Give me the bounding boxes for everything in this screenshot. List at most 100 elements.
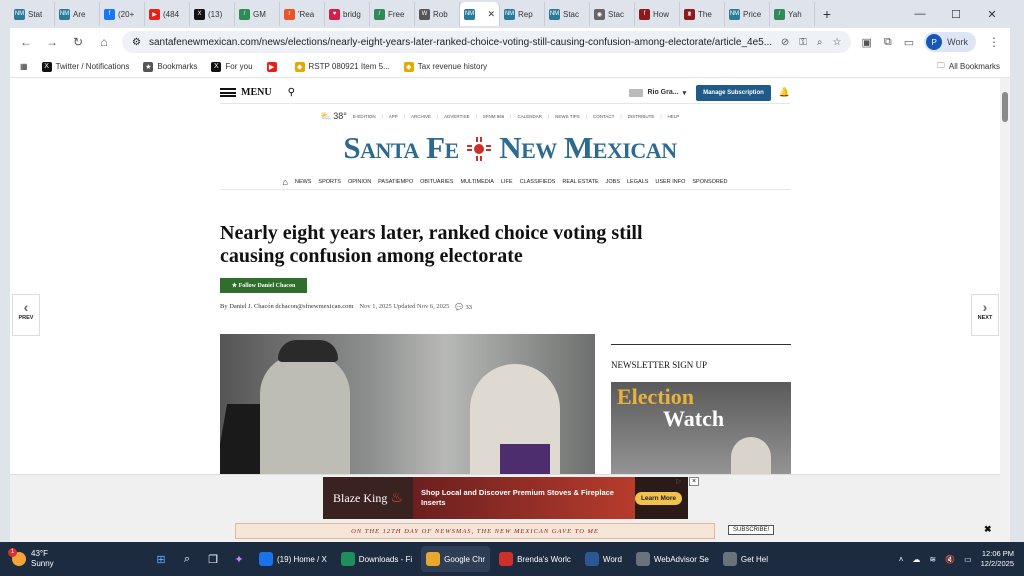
home-icon[interactable]: ⌂ xyxy=(282,177,287,187)
tab[interactable]: NM Rep xyxy=(500,2,545,26)
utility-link[interactable]: NEWS TIPS xyxy=(555,114,580,119)
tab[interactable]: NM Price xyxy=(725,2,770,26)
tab[interactable]: ♥ bridg xyxy=(325,2,370,26)
bell-icon[interactable]: 🔔 xyxy=(779,87,790,98)
newsmas-promo-banner[interactable]: ON THE 12TH DAY OF NEWSMAS, THE NEW MEXI… xyxy=(235,523,715,539)
taskbar-app[interactable]: WebAdvisor Se xyxy=(631,546,714,572)
prev-article-button[interactable]: ‹ PREV xyxy=(12,294,40,336)
manage-subscription-button[interactable]: Manage Subscription xyxy=(696,84,771,101)
bookmark-item[interactable]: ◆ RSTP 080921 Item 5... xyxy=(294,61,390,72)
profile-button[interactable]: P Work xyxy=(924,32,976,52)
tab[interactable]: NM Are xyxy=(55,2,100,26)
comments-link[interactable]: 💬 33 xyxy=(455,303,472,312)
section-link[interactable]: OPINION xyxy=(348,179,371,185)
battery-icon[interactable]: ▭ xyxy=(964,555,972,564)
tab[interactable]: / GM xyxy=(235,2,280,26)
follow-author-button[interactable]: ★ Follow Daniel Chacon xyxy=(220,278,307,293)
tab[interactable]: r 'Rea xyxy=(280,2,325,26)
bookmark-item[interactable]: ◆ Tax revenue history xyxy=(403,61,487,72)
cast-icon[interactable]: ▭ xyxy=(904,36,914,49)
taskbar-app[interactable]: Word xyxy=(580,546,627,572)
search-icon[interactable]: ⌕ xyxy=(176,548,198,570)
tab[interactable]: W Rob xyxy=(415,2,460,26)
maximize-icon[interactable]: ☐ xyxy=(938,8,974,21)
copilot-icon[interactable]: ✦ xyxy=(228,548,250,570)
forward-icon[interactable]: → xyxy=(44,35,60,49)
close-window-icon[interactable]: ✕ xyxy=(974,8,1010,21)
menu-button[interactable]: MENU xyxy=(220,87,272,98)
tab[interactable]: X (13) xyxy=(190,2,235,26)
utility-link[interactable]: E-EDITION xyxy=(353,114,376,119)
minimize-icon[interactable]: — xyxy=(902,8,938,21)
kebab-menu-icon[interactable]: ⋮ xyxy=(986,35,1002,49)
key-icon[interactable]: ⚿ xyxy=(799,37,807,48)
chevron-up-icon[interactable]: ˄ xyxy=(899,555,904,564)
subscribe-button[interactable]: SUBSCRIBE! xyxy=(728,525,775,535)
taskbar-weather[interactable]: 1 43°F Sunny xyxy=(0,548,150,569)
tab-close-icon[interactable]: ✕ xyxy=(487,9,495,20)
task-view-icon[interactable]: ❐ xyxy=(202,548,224,570)
ad-choices-icon[interactable]: ▷ xyxy=(676,477,681,485)
section-link[interactable]: SPORTS xyxy=(318,179,341,185)
page-scrollbar[interactable] xyxy=(1000,78,1010,542)
home-icon[interactable]: ⌂ xyxy=(96,35,112,49)
scrollbar-thumb[interactable] xyxy=(1002,92,1008,122)
bookmark-item[interactable]: X Twitter / Notifications xyxy=(41,61,129,72)
section-link[interactable]: JOBS xyxy=(606,179,620,185)
utility-link[interactable]: DISTRIBUTE xyxy=(628,114,655,119)
bookmark-star-icon[interactable]: ☆ xyxy=(833,37,842,48)
taskbar-app[interactable]: (19) Home / X xyxy=(254,546,332,572)
tab[interactable]: ▶ (484 xyxy=(145,2,190,26)
clock[interactable]: 12:06 PM 12/2/2025 xyxy=(981,549,1014,569)
user-account[interactable]: Rio Gra... ▾ xyxy=(629,88,686,97)
tab[interactable]: ♜ The xyxy=(680,2,725,26)
bookmark-item[interactable]: ★ Bookmarks xyxy=(143,61,197,72)
election-watch-promo[interactable]: Election Watch xyxy=(611,382,791,484)
taskbar-app[interactable]: Google Chr xyxy=(421,546,491,572)
utility-link[interactable]: ADVERTISE xyxy=(444,114,469,119)
reload-icon[interactable]: ↻ xyxy=(70,35,86,49)
tab[interactable]: NM Stac xyxy=(545,2,590,26)
zoom-icon[interactable]: ⌕ xyxy=(817,37,823,48)
wifi-icon[interactable]: ≋ xyxy=(929,555,936,564)
taskbar-app[interactable]: Brenda's Worlc xyxy=(494,546,576,572)
section-link[interactable]: NEWS xyxy=(295,179,312,185)
utility-link[interactable]: CALENDAR xyxy=(517,114,542,119)
utility-link[interactable]: HELP xyxy=(668,114,680,119)
url-text[interactable]: santafenewmexican.com/news/elections/nea… xyxy=(149,37,773,48)
bookmark-item[interactable]: X For you xyxy=(211,61,253,72)
author-line[interactable]: By Daniel J. Chacón dchacon@sfnewmexican… xyxy=(220,303,353,311)
volume-icon[interactable]: 🔇 xyxy=(945,555,955,564)
weather-widget[interactable]: ⛅ 38° xyxy=(320,111,347,122)
site-info-icon[interactable]: ⚙ xyxy=(132,37,141,48)
ad-learn-more-button[interactable]: Learn More xyxy=(634,491,682,505)
section-link[interactable]: MULTIMEDIA xyxy=(460,179,494,185)
url-bar[interactable]: ⚙ santafenewmexican.com/news/elections/n… xyxy=(122,31,852,53)
search-icon[interactable]: ⚲ xyxy=(288,87,295,98)
section-link[interactable]: OBITUARIES xyxy=(420,179,453,185)
tab[interactable]: f How xyxy=(635,2,680,26)
tracking-icon[interactable]: ⊘ xyxy=(781,37,789,48)
new-tab-button[interactable]: + xyxy=(815,6,839,22)
section-link[interactable]: PASATIEMPO xyxy=(378,179,413,185)
utility-link[interactable]: APP xyxy=(389,114,398,119)
tab[interactable]: NM Stat xyxy=(10,2,55,26)
section-link[interactable]: REAL ESTATE xyxy=(562,179,598,185)
article-photo[interactable] xyxy=(220,334,595,484)
extension-icon[interactable]: ▣ xyxy=(861,36,871,49)
bookmark-item[interactable]: ▶ xyxy=(266,61,281,72)
tab[interactable]: f (20+ xyxy=(100,2,145,26)
taskbar-app[interactable]: Get Hel xyxy=(718,546,773,572)
extensions-puzzle-icon[interactable]: ⧉ xyxy=(884,36,892,49)
display-ad[interactable]: Blaze King ♨ Shop Local and Discover Pre… xyxy=(323,477,688,519)
cloud-icon[interactable]: ☁ xyxy=(912,555,920,564)
ad-close-icon[interactable]: × xyxy=(689,477,699,486)
apps-grid-icon[interactable]: ▦ xyxy=(20,62,28,71)
close-icon[interactable]: ✖ xyxy=(984,524,992,535)
back-icon[interactable]: ← xyxy=(18,35,34,49)
tab[interactable]: / Yah xyxy=(770,2,815,26)
tab-active[interactable]: NM ✕ xyxy=(460,2,500,26)
section-link[interactable]: LEGALS xyxy=(627,179,648,185)
section-link[interactable]: CLASSIFIEDS xyxy=(520,179,556,185)
utility-link[interactable]: ARCHIVE xyxy=(411,114,431,119)
